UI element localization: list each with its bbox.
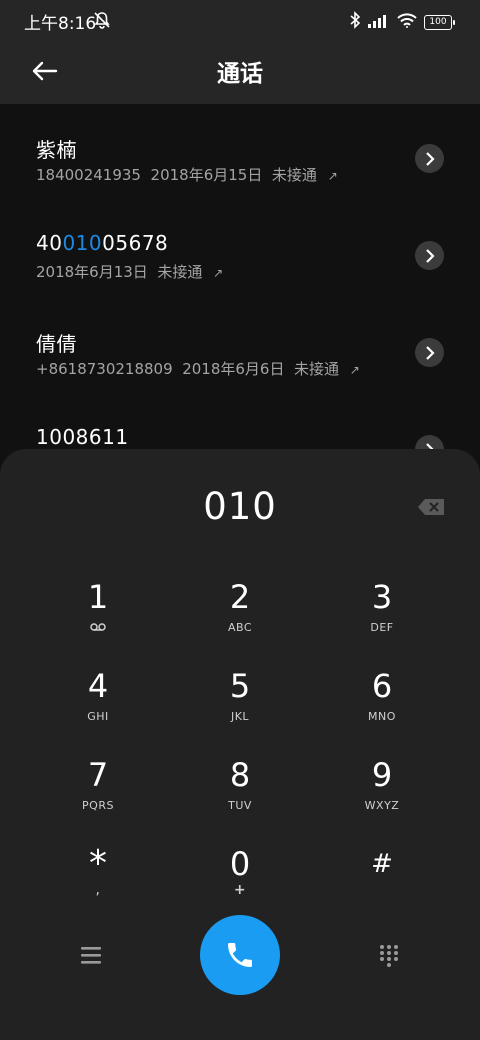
key-3[interactable]: 3 DEF (322, 579, 442, 659)
key-letters: MNO (368, 710, 396, 723)
key-letters: ABC (227, 621, 253, 634)
contact-name: 紫楠 (36, 138, 77, 162)
name-part: 05678 (102, 231, 169, 255)
dialer-bottom-bar (0, 915, 480, 1005)
key-letters: , (95, 882, 101, 898)
wifi-icon (397, 12, 417, 32)
call-date: 2018年6月6日 (182, 360, 285, 378)
key-2[interactable]: 2 ABC (180, 579, 300, 659)
voicemail-icon (38, 617, 158, 631)
dialpad-icon (380, 945, 398, 967)
contact-name: 4001005678 (36, 231, 168, 255)
app-header: 通话 (0, 40, 480, 104)
key-digit: 7 (87, 756, 109, 794)
call-date: 2018年6月13日 (36, 263, 148, 281)
key-digit: 2 (229, 578, 251, 616)
call-date: 2018年6月15日 (150, 166, 263, 184)
status-time: 上午8:16 (24, 14, 97, 34)
backspace-button[interactable] (418, 499, 444, 515)
dial-panel: 010 1 2 ABC 3 DEF 4 GHI 5 JKL 6 MNO 7 PQ… (0, 449, 480, 1040)
key-6[interactable]: 6 MNO (322, 668, 442, 748)
signal-icon (368, 13, 390, 32)
name-match-highlight: 010 (62, 231, 103, 255)
backspace-icon (418, 499, 444, 515)
key-digit: 4 (87, 667, 109, 705)
key-letters: GHI (87, 710, 109, 723)
call-number: 18400241935 (36, 166, 141, 184)
status-icons: 100 (349, 11, 455, 33)
key-star[interactable]: * , (38, 846, 158, 926)
key-letters: JKL (230, 710, 250, 723)
key-letters: + (233, 882, 247, 898)
key-digit: 0 (229, 845, 251, 883)
key-digit: 6 (371, 667, 393, 705)
chevron-right-icon (426, 249, 435, 263)
battery-icon: 100 (424, 14, 455, 30)
details-button[interactable] (415, 144, 444, 173)
key-digit: 3 (371, 578, 393, 616)
notifications-muted-icon (93, 11, 111, 33)
key-digit: * (89, 843, 107, 884)
menu-icon (81, 947, 101, 964)
outgoing-call-icon: ↗ (327, 169, 338, 183)
key-5[interactable]: 5 JKL (180, 668, 300, 748)
key-0[interactable]: 0 + (180, 846, 300, 926)
key-letters: WXYZ (364, 799, 400, 812)
key-digit: 9 (371, 756, 393, 794)
dialed-number: 010 (203, 485, 277, 528)
key-digit: 1 (87, 578, 109, 616)
call-item[interactable]: 倩倩 +8618730218809 2018年6月6日 未接通 ↗ (0, 298, 480, 395)
key-digit: 5 (229, 667, 251, 705)
key-4[interactable]: 4 GHI (38, 668, 158, 748)
key-letters: DEF (370, 621, 394, 634)
key-letters: PQRS (82, 799, 114, 812)
chevron-right-icon (426, 152, 435, 166)
key-letters: TUV (228, 799, 252, 812)
key-8[interactable]: 8 TUV (180, 757, 300, 837)
details-button[interactable] (415, 241, 444, 270)
chevron-right-icon (426, 346, 435, 360)
contact-name: 1008611 (36, 425, 129, 449)
call-status: 未接通 (157, 263, 203, 281)
call-details: 2018年6月13日 未接通 ↗ (36, 261, 223, 282)
key-1[interactable]: 1 (38, 579, 158, 659)
bluetooth-icon (349, 11, 361, 33)
phone-icon (228, 943, 252, 967)
key-digit: 8 (229, 756, 251, 794)
screen: 上午8:16 100 通话 紫楠 18400241935 2018年6月15日 … (0, 0, 480, 1040)
name-part: 40 (36, 231, 63, 255)
call-button[interactable] (200, 915, 280, 995)
outgoing-call-icon: ↗ (213, 266, 224, 280)
key-7[interactable]: 7 PQRS (38, 757, 158, 837)
call-details: +8618730218809 2018年6月6日 未接通 ↗ (36, 358, 360, 379)
outgoing-call-icon: ↗ (349, 363, 360, 377)
key-hash[interactable]: # (322, 846, 442, 926)
call-details: 18400241935 2018年6月15日 未接通 ↗ (36, 164, 338, 185)
keypad-toggle-button[interactable] (379, 944, 399, 968)
key-digit: # (371, 849, 393, 879)
menu-button[interactable] (80, 945, 102, 965)
call-status: 未接通 (271, 166, 317, 184)
key-9[interactable]: 9 WXYZ (322, 757, 442, 837)
page-title: 通话 (217, 61, 263, 87)
call-number: +8618730218809 (36, 360, 173, 378)
contact-name: 倩倩 (36, 332, 77, 356)
call-item[interactable]: 4001005678 2018年6月13日 未接通 ↗ (0, 201, 480, 298)
call-list: 紫楠 18400241935 2018年6月15日 未接通 ↗ 40010056… (0, 104, 480, 492)
details-button[interactable] (415, 338, 444, 367)
status-bar: 上午8:16 100 (0, 0, 480, 40)
call-item[interactable]: 紫楠 18400241935 2018年6月15日 未接通 ↗ (0, 104, 480, 201)
call-status: 未接通 (294, 360, 340, 378)
